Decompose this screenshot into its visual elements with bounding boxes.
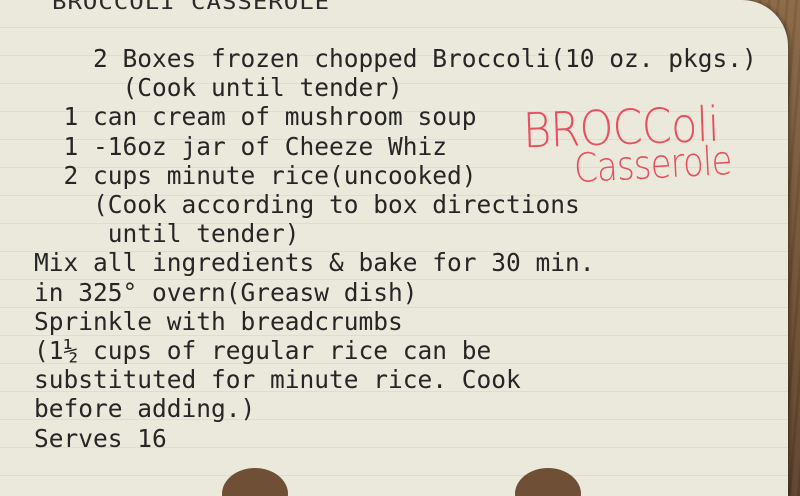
recipe-line: (Cook according to box directions: [34, 190, 580, 220]
recipe-line: (1½ cups of regular rice can be: [34, 336, 492, 366]
recipe-line: before adding.): [34, 394, 256, 424]
recipe-line: Serves 16: [34, 423, 167, 453]
recipe-line: Mix all ingredients & bake for 30 min.: [34, 248, 595, 278]
recipe-line: (Cook until tender): [34, 73, 403, 103]
cut-off-card-title: BROCCOLI CASSEROLE: [52, 0, 331, 15]
recipe-line: Sprinkle with breadcrumbs: [34, 306, 403, 336]
recipe-line: 2 Boxes frozen chopped Broccoli(10 oz. p…: [34, 44, 757, 73]
recipe-card: BROCCOLI CASSEROLE 2 Boxes frozen choppe…: [0, 0, 788, 496]
recipe-line: in 325° overn(Greasw dish): [34, 277, 418, 307]
recipe-line: substituted for minute rice. Cook: [34, 365, 521, 395]
handwritten-title-line-2: Casserole: [572, 137, 733, 193]
recipe-line: until tender): [34, 219, 300, 249]
